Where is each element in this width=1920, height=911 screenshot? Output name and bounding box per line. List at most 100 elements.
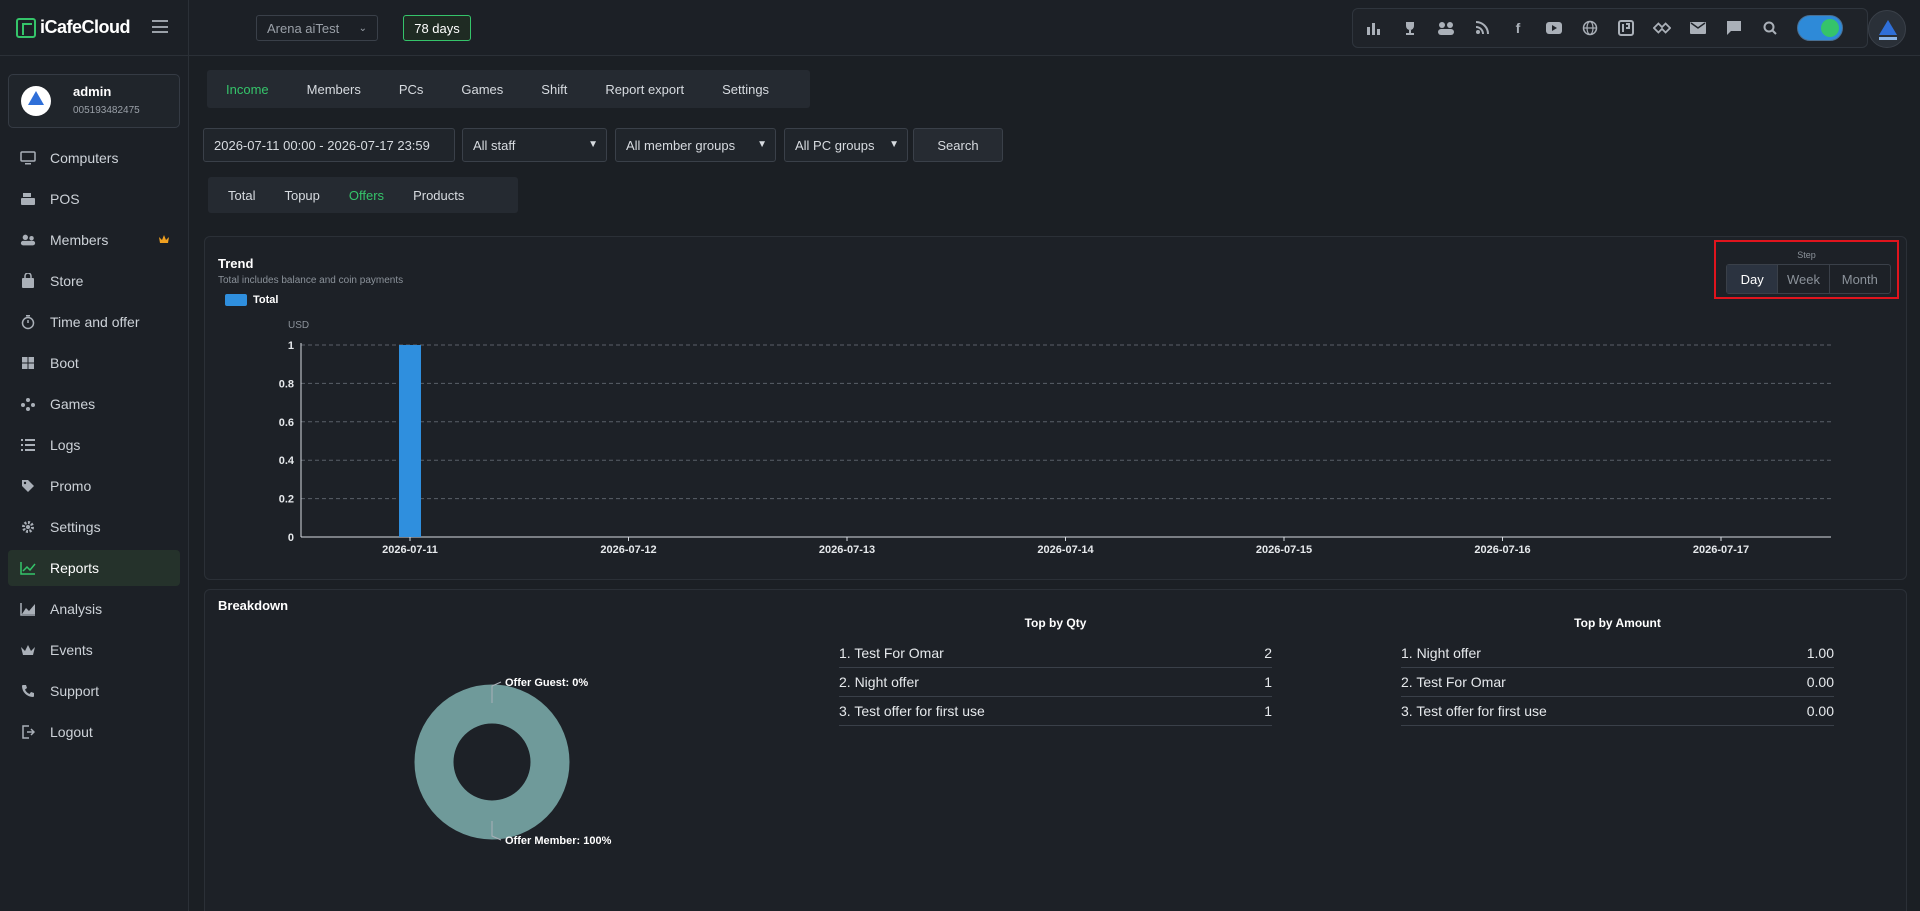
tab-shift[interactable]: Shift (541, 82, 567, 97)
item-value: 0.00 (1806, 703, 1834, 719)
chart-bars-icon[interactable] (1365, 19, 1383, 37)
users-icon (20, 232, 36, 248)
pc-groups-select[interactable]: All PC groups ▼ (784, 128, 908, 162)
sidebar-item-label: Computers (50, 150, 119, 166)
sidebar-item-logs[interactable]: Logs (8, 427, 180, 463)
user-card[interactable]: admin 005193482475 (8, 74, 180, 128)
cafe-select[interactable]: Arena aiTest ⌄ (256, 15, 378, 41)
member-groups-select[interactable]: All member groups ▼ (615, 128, 776, 162)
tab-products[interactable]: Products (413, 188, 464, 203)
facebook-icon[interactable]: f (1509, 19, 1527, 37)
logout-icon (20, 724, 36, 740)
sidebar-item-support[interactable]: Support (8, 673, 180, 709)
sidebar-item-pos[interactable]: POS (8, 181, 180, 217)
app-logo[interactable]: iCafeCloud (16, 17, 131, 38)
user-name: admin (73, 84, 112, 99)
tab-pcs[interactable]: PCs (399, 82, 424, 97)
y-tick-label: 0.4 (279, 455, 295, 467)
tab-income[interactable]: Income (226, 82, 269, 97)
x-tick-label: 2026-07-14 (1037, 544, 1094, 556)
mail-icon[interactable] (1689, 19, 1707, 37)
item-name: 1. Test For Omar (839, 645, 944, 661)
tab-report-export[interactable]: Report export (605, 82, 684, 97)
list-item: 2. Test For Omar 0.00 (1401, 668, 1834, 697)
list-icon (20, 437, 36, 453)
y-tick-label: 0.6 (279, 417, 294, 429)
search-icon[interactable] (1761, 19, 1779, 37)
avatar[interactable] (1868, 10, 1906, 48)
sidebar-item-games[interactable]: Games (8, 386, 180, 422)
menu-icon[interactable] (152, 20, 168, 33)
breakdown-panel: Breakdown Offer Guest: 0% Offer Member: … (204, 589, 1907, 911)
tag-icon (20, 478, 36, 494)
sidebar-item-reports[interactable]: Reports (8, 550, 180, 586)
handshake-icon[interactable] (1653, 19, 1671, 37)
sidebar-item-label: POS (50, 191, 80, 207)
tab-settings[interactable]: Settings (722, 82, 769, 97)
search-button[interactable]: Search (913, 128, 1003, 162)
pie-label-offer-guest: Offer Guest: 0% (505, 677, 588, 689)
list-item: 1. Night offer 1.00 (1401, 639, 1834, 668)
sidebar-item-label: Analysis (50, 601, 103, 617)
sidebar-item-logout[interactable]: Logout (8, 714, 180, 750)
sidebar-divider (188, 0, 189, 911)
sidebar: admin 005193482475 Computers POS Members… (0, 56, 188, 911)
y-tick-label: 0 (288, 532, 294, 544)
sidebar-item-label: Members (50, 232, 109, 248)
chat-icon[interactable] (1725, 19, 1743, 37)
breakdown-title: Breakdown (218, 598, 289, 613)
list-item: 1. Test For Omar 2 (839, 639, 1272, 668)
chevron-down-icon: ⌄ (358, 22, 367, 34)
tab-members[interactable]: Members (307, 82, 361, 97)
logo-icon (16, 17, 36, 38)
sidebar-item-settings[interactable]: Settings (8, 509, 180, 545)
users-group-icon[interactable] (1437, 19, 1455, 37)
top-by-qty-title: Top by Qty (1024, 616, 1087, 630)
sidebar-item-label: Games (50, 396, 96, 412)
line-chart-icon (20, 560, 36, 576)
pc-groups-value: All PC groups (795, 137, 875, 153)
sidebar-item-computers[interactable]: Computers (8, 140, 180, 176)
item-name: 2. Test For Omar (1401, 674, 1506, 690)
sidebar-item-analysis[interactable]: Analysis (8, 591, 180, 627)
staff-select[interactable]: All staff ▼ (462, 128, 607, 162)
item-value: 1 (1264, 703, 1272, 719)
sidebar-item-store[interactable]: Store (8, 263, 180, 299)
tab-games[interactable]: Games (461, 82, 503, 97)
user-avatar (21, 86, 51, 116)
rss-icon[interactable] (1473, 19, 1491, 37)
date-range-input[interactable]: 2026-07-11 00:00 - 2026-07-17 23:59 (203, 128, 455, 162)
tab-total[interactable]: Total (228, 188, 255, 203)
income-subtabs: Total Topup Offers Products (208, 177, 518, 213)
sidebar-item-label: Support (50, 683, 100, 699)
gamepad-icon (20, 396, 36, 412)
tab-topup[interactable]: Topup (284, 188, 319, 203)
license-days-badge: 78 days (403, 15, 471, 41)
item-name: 3. Test offer for first use (839, 703, 985, 719)
trend-chart: USD 0 0.2 0.4 0.6 0.8 1 2026-07-11 2026-07-12 202… (279, 320, 1831, 556)
chevron-down-icon: ▼ (757, 139, 767, 150)
tab-offers[interactable]: Offers (349, 188, 384, 203)
youtube-icon[interactable] (1545, 19, 1563, 37)
theme-toggle[interactable] (1797, 15, 1843, 41)
pie-slice-offer-member[interactable] (414, 684, 570, 840)
sidebar-item-label: Promo (50, 478, 92, 494)
trophy-icon[interactable] (1401, 19, 1419, 37)
list-item: 2. Night offer 1 (839, 668, 1272, 697)
sidebar-item-time-and-offer[interactable]: Time and offer (8, 304, 180, 340)
cash-register-icon (20, 191, 36, 207)
sidebar-item-label: Boot (50, 355, 79, 371)
globe-icon[interactable] (1581, 19, 1599, 37)
sidebar-item-promo[interactable]: Promo (8, 468, 180, 504)
chart-bar[interactable] (399, 345, 421, 537)
top-by-amount-title: Top by Amount (1574, 616, 1661, 630)
logo-text: iCafeCloud (40, 17, 131, 37)
member-groups-value: All member groups (626, 137, 736, 153)
sidebar-item-events[interactable]: Events (8, 632, 180, 668)
sidebar-item-label: Events (50, 642, 93, 658)
item-name: 3. Test offer for first use (1401, 703, 1547, 719)
app-logo-icon[interactable] (1617, 19, 1635, 37)
user-id: 005193482475 (73, 105, 140, 116)
sidebar-item-members[interactable]: Members (8, 222, 180, 258)
sidebar-item-boot[interactable]: Boot (8, 345, 180, 381)
